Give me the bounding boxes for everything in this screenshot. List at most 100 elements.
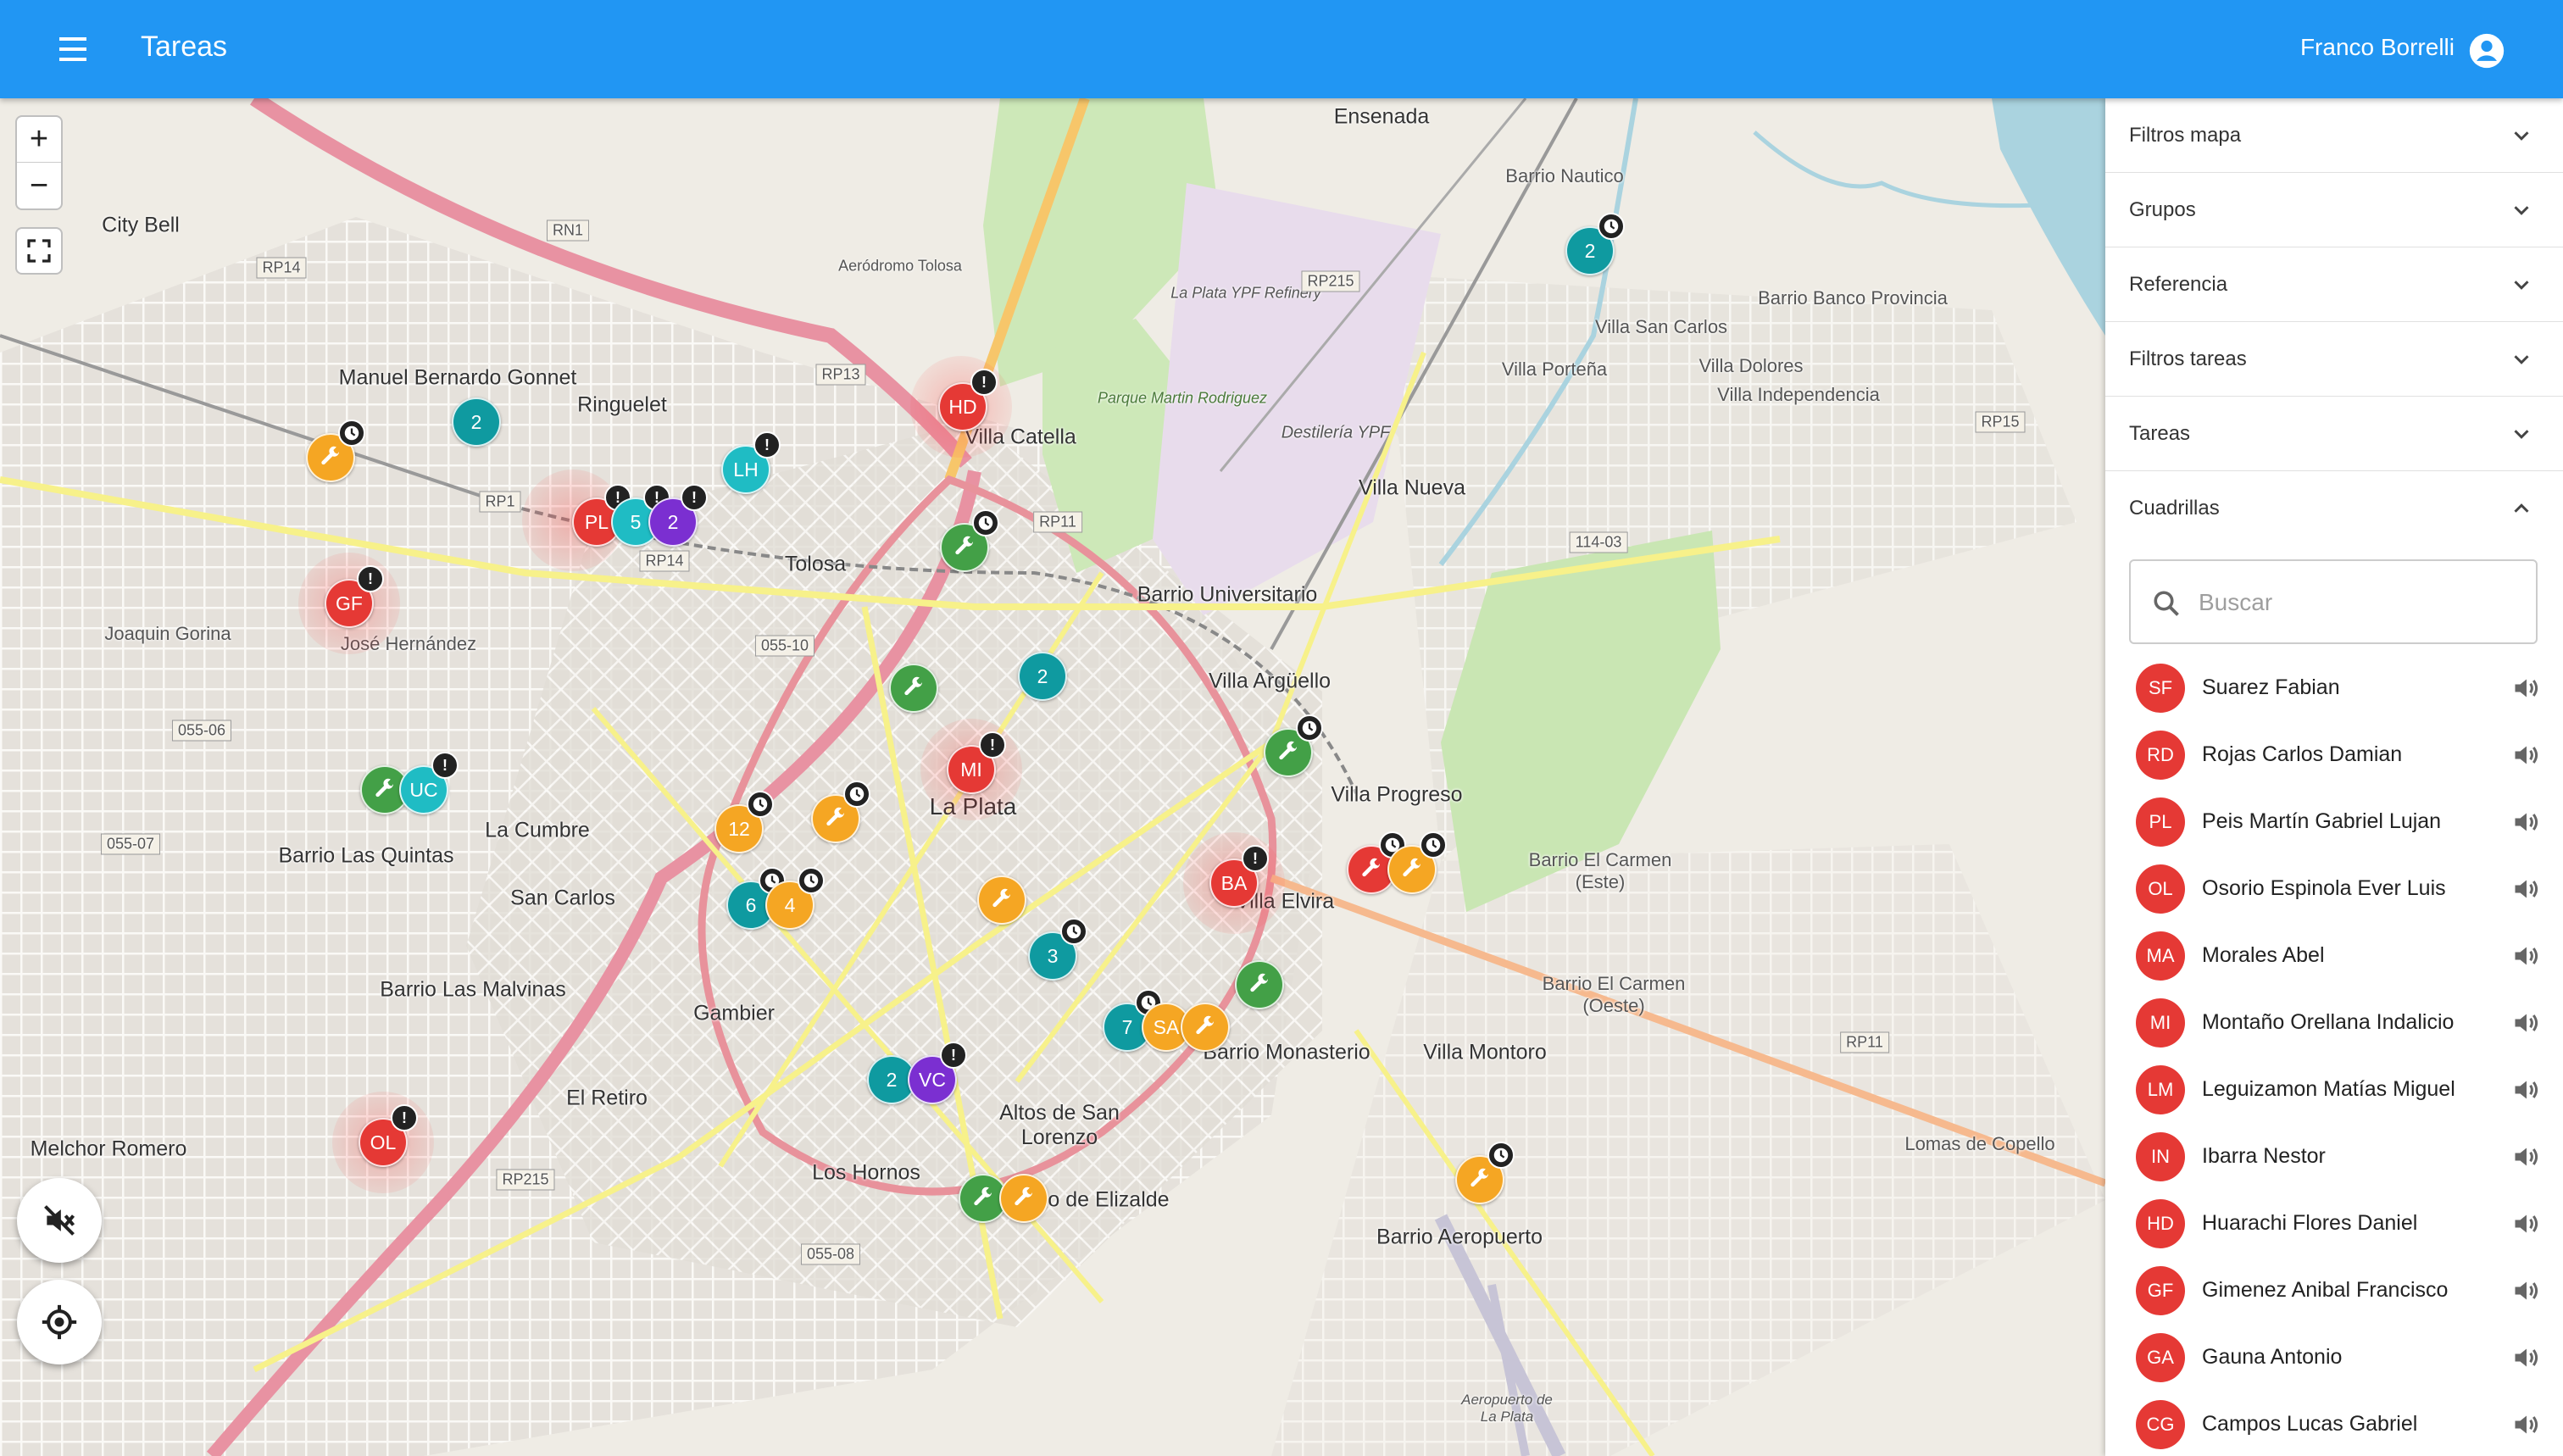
wrench-icon xyxy=(1250,973,1268,992)
menu-icon[interactable] xyxy=(53,32,93,66)
marker-label: 2 xyxy=(667,510,679,533)
marker-label: 2 xyxy=(886,1068,898,1091)
crew-item[interactable]: SF Suarez Fabian xyxy=(2105,654,2563,721)
place-label: Barrio El Carmen (Oeste) xyxy=(1542,973,1686,1016)
app-bar: Tareas Franco Borrelli xyxy=(0,0,2563,98)
task-marker[interactable]: UC! xyxy=(399,752,459,814)
zoom-in-button[interactable]: + xyxy=(17,117,61,163)
clock-icon xyxy=(1302,720,1317,736)
chevron-down-icon xyxy=(2514,205,2529,215)
fullscreen-button[interactable] xyxy=(15,227,63,275)
task-marker[interactable] xyxy=(940,509,999,572)
marker-badge xyxy=(1420,831,1447,859)
volume-icon[interactable] xyxy=(2510,1008,2543,1038)
volume-icon[interactable] xyxy=(2510,807,2543,837)
place-label: La Cumbre xyxy=(485,818,590,842)
task-marker[interactable]: 2 xyxy=(1565,213,1625,275)
task-marker[interactable]: 2 xyxy=(1018,652,1067,701)
side-panel: Filtros mapa Grupos Referencia Filtros t… xyxy=(2105,98,2563,1456)
accordion-filtros-tareas[interactable]: Filtros tareas xyxy=(2105,322,2563,397)
crew-name: Rojas Carlos Damian xyxy=(2202,742,2403,766)
alert-icon: ! xyxy=(764,436,770,453)
wrench-icon xyxy=(1471,1168,1488,1187)
marker-badge xyxy=(1487,1142,1515,1169)
map-view[interactable]: + − Ensenada Barrio Nautico City Bell Ae… xyxy=(0,98,2105,1456)
task-marker[interactable]: BA! xyxy=(1209,845,1269,908)
marker-label: 12 xyxy=(728,817,750,840)
volume-icon[interactable] xyxy=(2510,1275,2543,1306)
volume-icon[interactable] xyxy=(2510,1142,2543,1172)
marker-badge: ! xyxy=(1242,845,1269,872)
crew-item[interactable]: HD Huarachi Flores Daniel xyxy=(2105,1190,2563,1257)
crew-item[interactable]: IN Ibarra Nestor xyxy=(2105,1123,2563,1190)
crew-item[interactable]: RD Rojas Carlos Damian xyxy=(2105,721,2563,788)
crew-item[interactable]: GF Gimenez Anibal Francisco xyxy=(2105,1257,2563,1324)
task-marker[interactable]: OL! xyxy=(359,1104,418,1167)
chevron-down-icon xyxy=(2514,354,2529,364)
crew-item[interactable]: LM Leguizamon Matías Miguel xyxy=(2105,1056,2563,1123)
user-name[interactable]: Franco Borrelli xyxy=(2300,34,2455,61)
accordion-tareas[interactable]: Tareas xyxy=(2105,397,2563,471)
marker-badge: ! xyxy=(431,752,459,779)
locate-button[interactable] xyxy=(17,1280,102,1364)
zoom-out-button[interactable]: − xyxy=(17,163,61,208)
task-marker[interactable]: VC! xyxy=(908,1042,967,1104)
task-marker[interactable]: 2! xyxy=(648,484,708,547)
marker-label: 2 xyxy=(470,410,482,433)
volume-icon[interactable] xyxy=(2510,941,2543,971)
task-marker[interactable]: LH! xyxy=(721,431,781,494)
task-marker[interactable]: 3 xyxy=(1028,918,1087,981)
task-marker[interactable] xyxy=(977,875,1026,925)
marker-label: 4 xyxy=(784,893,796,916)
task-marker[interactable] xyxy=(999,1174,1048,1223)
place-label: Villa Dolores xyxy=(1698,355,1804,376)
volume-icon[interactable] xyxy=(2510,1075,2543,1105)
mute-button[interactable] xyxy=(17,1178,102,1263)
place-label: Villa Argüello xyxy=(1208,669,1332,693)
wrench-icon xyxy=(1403,858,1420,877)
accordion-cuadrillas[interactable]: Cuadrillas xyxy=(2105,471,2563,546)
search-input[interactable] xyxy=(2197,581,2519,624)
task-marker[interactable] xyxy=(306,420,365,482)
crew-name: Osorio Espinola Ever Luis xyxy=(2202,876,2446,900)
accordion-grupos[interactable]: Grupos xyxy=(2105,173,2563,247)
accordion-referencia[interactable]: Referencia xyxy=(2105,247,2563,322)
volume-icon[interactable] xyxy=(2510,1209,2543,1239)
road-label: 055-06 xyxy=(171,720,232,742)
volume-icon[interactable] xyxy=(2510,673,2543,703)
crew-item[interactable]: OL Osorio Espinola Ever Luis xyxy=(2105,855,2563,922)
task-marker[interactable] xyxy=(1455,1142,1515,1204)
road-label: RP11 xyxy=(1840,1031,1889,1053)
place-label: o de Elizalde xyxy=(1048,1187,1170,1212)
accordion-filtros-mapa[interactable]: Filtros mapa xyxy=(2105,98,2563,173)
volume-icon[interactable] xyxy=(2510,874,2543,904)
chevron-down-icon xyxy=(2514,280,2529,290)
place-label: Barrio Banco Provincia xyxy=(1758,287,1948,308)
task-marker[interactable] xyxy=(1235,960,1284,1009)
task-marker[interactable]: HD! xyxy=(938,369,998,431)
road-label: 055-07 xyxy=(100,833,161,855)
task-marker[interactable]: GF! xyxy=(325,565,384,628)
volume-icon[interactable] xyxy=(2510,740,2543,770)
crew-item[interactable]: MI Montaño Orellana Indalicio xyxy=(2105,989,2563,1056)
task-marker[interactable] xyxy=(1264,714,1323,777)
crew-item[interactable]: MA Morales Abel xyxy=(2105,922,2563,989)
volume-icon[interactable] xyxy=(2510,1409,2543,1440)
task-marker[interactable]: 12 xyxy=(714,791,774,853)
task-marker[interactable] xyxy=(889,664,938,713)
crew-name: Suarez Fabian xyxy=(2202,675,2340,699)
task-marker[interactable] xyxy=(1181,1003,1230,1052)
task-marker[interactable] xyxy=(1387,831,1447,894)
task-marker[interactable]: 2 xyxy=(452,397,501,447)
account-circle-icon[interactable] xyxy=(2468,32,2505,69)
crew-item[interactable]: CG Campos Lucas Gabriel xyxy=(2105,1391,2563,1456)
task-marker[interactable]: 4 xyxy=(765,867,825,930)
chevron-down-icon xyxy=(2514,131,2529,141)
crew-item[interactable]: PL Peis Martín Gabriel Lujan xyxy=(2105,788,2563,855)
task-marker[interactable] xyxy=(811,781,870,843)
alert-icon: ! xyxy=(368,570,373,587)
task-marker[interactable]: MI! xyxy=(947,731,1006,794)
place-label: Barrio Las Quintas xyxy=(278,843,454,868)
crew-item[interactable]: GA Gauna Antonio xyxy=(2105,1324,2563,1391)
volume-icon[interactable] xyxy=(2510,1342,2543,1373)
